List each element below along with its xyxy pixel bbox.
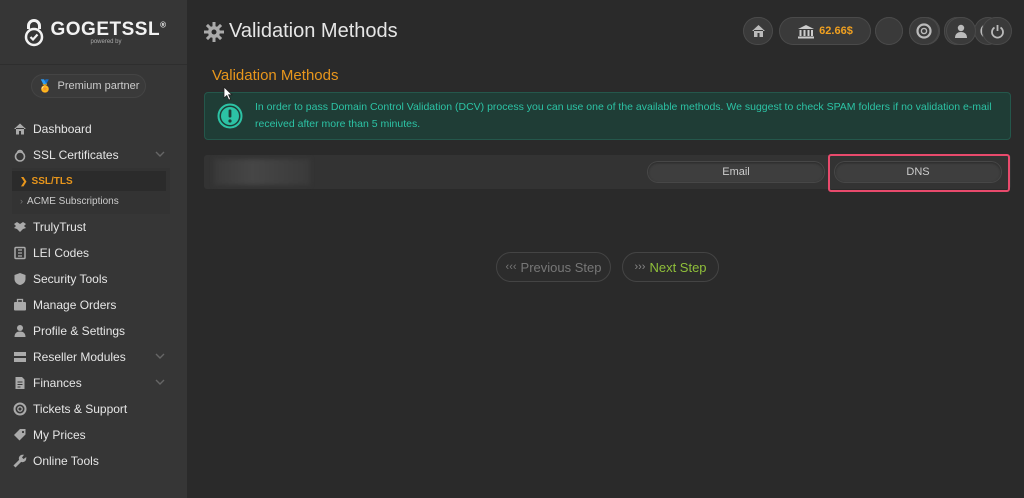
subitem-label: ACME Subscriptions <box>27 195 119 207</box>
sidebar-item-profile-settings[interactable]: Profile & Settings <box>0 318 187 344</box>
lifebuoy-icon <box>12 401 28 417</box>
sidebar-nav: Dashboard SSL Certificates ❯ SSL/TLS › A… <box>0 116 187 474</box>
lock-logo-icon <box>24 19 43 47</box>
previous-step-button[interactable]: ‹‹‹ Previous Step <box>496 252 611 282</box>
sidebar-item-label: Profile & Settings <box>33 324 126 338</box>
sidebar-item-label: Manage Orders <box>33 298 117 312</box>
next-step-label: Next Step <box>649 259 707 275</box>
brand-name: GOGETSSL® <box>50 19 167 40</box>
sidebar-item-label: Reseller Modules <box>33 350 126 364</box>
sidebar-item-security-tools[interactable]: Security Tools <box>0 266 187 292</box>
brand-powered-by: powered by <box>90 39 122 45</box>
sidebar-item-online-tools[interactable]: Online Tools <box>0 448 187 474</box>
sidebar-item-my-prices[interactable]: My Prices <box>0 422 187 448</box>
sidebar-item-label: LEI Codes <box>33 246 90 260</box>
medal-icon: 🏅 <box>37 79 53 93</box>
sidebar-item-label: SSL Certificates <box>33 148 119 162</box>
sidebar-subitem-ssl-tls[interactable]: ❯ SSL/TLS <box>12 171 166 191</box>
sidebar-item-dashboard[interactable]: Dashboard <box>0 116 187 142</box>
alert-text: In order to pass Domain Control Validati… <box>255 101 992 130</box>
premium-partner-badge[interactable]: 🏅 Premium partner <box>31 74 146 98</box>
lock-icon <box>12 147 28 163</box>
dcv-info-alert: In order to pass Domain Control Validati… <box>204 92 1011 140</box>
document-icon <box>12 375 28 391</box>
profile-button[interactable] <box>946 17 976 45</box>
next-step-button[interactable]: ››› Next Step <box>622 252 719 282</box>
sidebar-item-label: Online Tools <box>33 454 99 468</box>
building-icon <box>12 245 28 261</box>
sidebar-item-label: Security Tools <box>33 272 108 286</box>
double-chevron-right-icon: ››› <box>634 261 646 273</box>
sidebar-item-label: Finances <box>33 376 82 390</box>
home-button[interactable] <box>743 17 773 45</box>
user-icon <box>12 323 28 339</box>
tags-icon <box>12 427 28 443</box>
sidebar-item-ssl-certificates[interactable]: SSL Certificates <box>0 142 187 168</box>
mouse-cursor-icon <box>223 86 233 101</box>
double-chevron-left-icon: ‹‹‹ <box>505 261 517 273</box>
sidebar-item-trulytrust[interactable]: TrulyTrust <box>0 214 187 240</box>
power-icon <box>990 24 1004 38</box>
brand-logo[interactable]: GOGETSSL® powered by <box>0 0 187 65</box>
logout-button[interactable] <box>982 17 1012 45</box>
gear-icon <box>204 21 224 42</box>
support-lifebuoy-button[interactable] <box>909 17 939 45</box>
chevron-down-icon <box>155 151 165 157</box>
home-icon <box>751 25 765 37</box>
method-email-button[interactable]: Email <box>648 162 824 182</box>
sidebar-item-reseller-modules[interactable]: Reseller Modules <box>0 344 187 370</box>
redacted-domain <box>214 159 310 185</box>
sidebar-item-finances[interactable]: Finances <box>0 370 187 396</box>
wrench-icon <box>12 453 28 469</box>
lifebuoy-icon <box>916 23 932 39</box>
sidebar-subitem-acme[interactable]: › ACME Subscriptions <box>12 191 170 211</box>
modules-icon <box>12 349 28 365</box>
dns-highlight-box <box>828 154 1010 192</box>
exclamation-icon <box>217 103 243 129</box>
sidebar-item-tickets-support[interactable]: Tickets & Support <box>0 396 187 422</box>
subitem-label: SSL/TLS <box>31 175 73 187</box>
chevron-down-icon <box>155 353 165 359</box>
sidebar-item-label: TrulyTrust <box>33 220 87 234</box>
sidebar-item-label: My Prices <box>33 428 86 442</box>
user-icon <box>955 24 967 38</box>
main-content: Validation Methods In order to pass Doma… <box>187 62 1024 498</box>
home-icon <box>12 121 28 137</box>
topbar: Validation Methods 62.66$ <box>187 0 1024 62</box>
section-title: Validation Methods <box>212 67 339 84</box>
ssl-submenu: ❯ SSL/TLS › ACME Subscriptions <box>12 168 170 214</box>
wings-icon <box>12 219 28 235</box>
partner-label: Premium partner <box>57 80 140 92</box>
balance-amount: 62.66$ <box>819 25 853 37</box>
page-title: Validation Methods <box>203 20 398 43</box>
briefcase-icon <box>12 297 28 313</box>
sidebar: GOGETSSL® powered by 🏅 Premium partner D… <box>0 0 187 498</box>
sidebar-item-manage-orders[interactable]: Manage Orders <box>0 292 187 318</box>
chevron-down-icon <box>155 379 165 385</box>
sidebar-item-label: Tickets & Support <box>33 402 128 416</box>
previous-step-label: Previous Step <box>520 259 602 275</box>
chevron-right-icon: ❯ <box>20 175 28 186</box>
cart-dropdown-spacer <box>875 17 903 45</box>
bank-icon <box>798 24 815 38</box>
page-title-text: Validation Methods <box>229 20 398 42</box>
sidebar-item-label: Dashboard <box>33 122 92 136</box>
shield-icon <box>12 271 28 287</box>
chevron-right-icon: › <box>20 196 23 206</box>
balance-button[interactable]: 62.66$ <box>779 17 871 45</box>
sidebar-item-lei-codes[interactable]: LEI Codes <box>0 240 187 266</box>
